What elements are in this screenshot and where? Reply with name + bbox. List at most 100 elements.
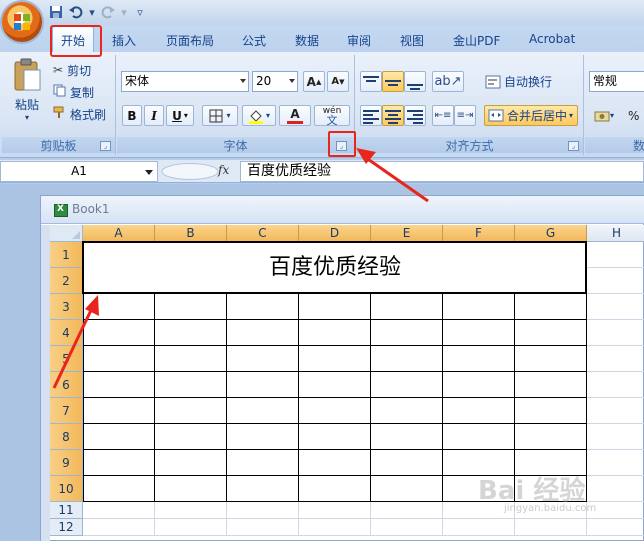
align-center-button[interactable] [382,105,404,126]
table-border-h [83,423,587,424]
save-icon[interactable] [48,5,64,21]
borders-button[interactable]: ▾ [202,105,238,126]
row-header-5[interactable]: 5 [50,346,83,372]
tab-page-layout[interactable]: 页面布局 [166,32,214,49]
font-name-select[interactable]: 宋体 [121,71,249,92]
row-header-3[interactable]: 3 [50,294,83,320]
clipboard-group-label: 剪贴板 [2,137,115,153]
font-color-button[interactable]: A [279,105,311,126]
align-left-icon [363,108,379,124]
align-center-icon [385,108,401,124]
table-border-h [83,345,587,346]
row-header-2[interactable]: 2 [50,268,83,294]
name-box-value: A1 [71,164,87,178]
align-bottom-button[interactable] [404,71,426,92]
column-header-c[interactable]: C [227,225,299,242]
chevron-down-icon: ▾ [226,111,231,120]
font-size-value: 20 [256,74,272,88]
shrink-font-button[interactable]: A ▼ [327,71,349,92]
font-group: 宋体 20 A ▲ A ▼ B I U ▾ ▾ ▾ A wén 文 字体 ⌟ [117,55,355,155]
column-header-e[interactable]: E [371,225,443,242]
customize-icon[interactable]: ▿ [132,5,148,21]
underline-button[interactable]: U ▾ [166,105,194,126]
alignment-dialog-launcher-icon[interactable]: ⌟ [568,141,579,151]
column-header-d[interactable]: D [299,225,371,242]
orientation-button[interactable]: ab↗ [432,71,464,92]
decrease-indent-button[interactable]: ⇤≡ [432,105,454,126]
percent-button[interactable]: % [627,105,640,126]
row-header-4[interactable]: 4 [50,320,83,346]
number-group: 常规 ▾ % 数 [585,55,644,155]
font-color-icon: A [290,106,300,121]
insert-function-icon[interactable]: fx [218,163,229,177]
increase-indent-button[interactable]: ≡⇥ [454,105,476,126]
ribbon: 粘贴 ▾ ✂ 剪切 复制 格式刷 剪贴板 ⌟ 宋体 20 A ▲ A ▼ B I… [0,52,644,158]
italic-button[interactable]: I [144,105,164,126]
formula-input[interactable]: 百度优质经验 [240,161,644,182]
row-header-9[interactable]: 9 [50,450,83,476]
grow-font-button[interactable]: A ▲ [303,71,325,92]
row-header-12[interactable]: 12 [50,519,83,536]
row-header-11[interactable]: 11 [50,502,83,519]
watermark-text: Bai 经验 [478,476,586,506]
wrap-text-icon [485,75,501,88]
tab-review[interactable]: 审阅 [347,32,371,49]
format-painter-button[interactable]: 格式刷 [52,105,107,123]
phonetic-button[interactable]: wén 文 [314,105,350,126]
title-bar: ▾ ▾ ▿ [0,0,644,25]
watermark: Bai 经验 jingyan.baidu.com [478,470,596,514]
office-button[interactable] [2,2,42,42]
watermark-subtext: jingyan.baidu.com [504,503,597,514]
currency-button[interactable]: ▾ [593,105,615,126]
align-middle-button[interactable] [382,71,404,92]
undo-dropdown-icon[interactable]: ▾ [88,5,96,21]
redo-dropdown-icon[interactable]: ▾ [120,5,128,21]
column-header-f[interactable]: F [443,225,515,242]
align-right-icon [407,108,423,124]
row-header-1[interactable]: 1 [50,242,83,268]
name-box[interactable]: A1 [0,161,158,182]
tab-acrobat[interactable]: Acrobat [529,32,575,46]
cut-button[interactable]: ✂ 剪切 [52,61,92,79]
merge-center-button[interactable]: 合并后居中 ▾ [484,105,578,126]
tab-data[interactable]: 数据 [295,32,319,49]
column-header-h[interactable]: H [587,225,644,242]
tab-insert[interactable]: 插入 [112,32,136,49]
quick-access-toolbar: ▾ ▾ ▿ [48,4,148,21]
paste-dropdown-icon: ▾ [24,113,29,122]
clipboard-launcher-icon[interactable]: ⌟ [100,141,111,151]
table-border-h [83,319,587,320]
table-border-v [298,294,299,502]
tab-kingsoft-pdf[interactable]: 金山PDF [453,32,500,49]
merge-center-label: 合并后居中 [507,109,568,123]
align-top-button[interactable] [360,71,382,92]
font-group-label: 字体 [117,137,354,153]
number-format-select[interactable]: 常规 [589,71,644,92]
formula-splitter-icon [161,163,219,180]
chevron-down-icon [289,79,295,83]
column-header-a[interactable]: A [83,225,155,242]
undo-icon[interactable] [68,5,84,21]
bold-button[interactable]: B [122,105,142,126]
tab-view[interactable]: 视图 [400,32,424,49]
column-header-b[interactable]: B [155,225,227,242]
column-header-g[interactable]: G [515,225,587,242]
redo-icon[interactable] [100,5,116,21]
font-color-swatch [287,120,303,124]
fill-bucket-icon [248,109,263,124]
chevron-down-icon: ▾ [265,111,270,120]
table-border-h [83,449,587,450]
select-all-corner[interactable] [50,225,83,242]
align-left-button[interactable] [360,105,382,126]
tab-formulas[interactable]: 公式 [242,32,266,49]
align-right-button[interactable] [404,105,426,126]
font-size-select[interactable]: 20 [252,71,298,92]
row-header-10[interactable]: 10 [50,476,83,502]
row-header-8[interactable]: 8 [50,424,83,450]
wrap-text-button[interactable]: 自动换行 [484,71,553,92]
row-header-7[interactable]: 7 [50,398,83,424]
fill-color-button[interactable]: ▾ [242,105,276,126]
copy-button[interactable]: 复制 [52,83,95,101]
row-header-6[interactable]: 6 [50,372,83,398]
paste-button[interactable]: 粘贴 ▾ [8,57,46,131]
